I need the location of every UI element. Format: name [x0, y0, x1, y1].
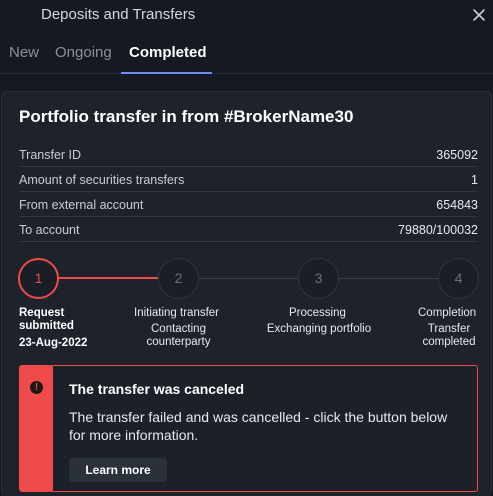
dialog-header: Deposits and Transfers [0, 0, 493, 32]
alert-title: The transfer was canceled [69, 381, 245, 397]
close-button[interactable] [471, 7, 487, 23]
step-1-circle: 1 [18, 258, 59, 299]
detail-label: From external account [19, 198, 144, 212]
step-connector [339, 278, 438, 279]
transfer-progress-stepper: 1 2 3 4 Request submitted 23-Aug-2022 In… [2, 252, 493, 352]
step-3-subtitle: Exchanging portfolio [266, 323, 372, 335]
transfer-card: Portfolio transfer in from #BrokerName30… [1, 91, 492, 496]
transfer-canceled-alert: ! The transfer was canceled The transfer… [19, 365, 478, 492]
tab-ongoing[interactable]: Ongoing [55, 44, 112, 61]
exclamation-icon: ! [30, 381, 43, 394]
step-2-subtitle-line2: counterparty [146, 336, 211, 348]
detail-row-transfer-id: Transfer ID 365092 [19, 142, 478, 167]
step-2-circle: 2 [158, 258, 199, 299]
step-2-subtitle-line1: Contacting [151, 323, 206, 335]
step-3-title: Processing [289, 307, 346, 319]
tab-completed[interactable]: Completed [129, 44, 207, 61]
transfer-title: Portfolio transfer in from #BrokerName30 [19, 107, 354, 126]
step-4-circle: 4 [438, 258, 479, 299]
detail-value: 365092 [436, 148, 478, 162]
active-tab-indicator [121, 72, 212, 74]
detail-row-to-account: To account 79880/100032 [19, 217, 478, 242]
detail-label: Amount of securities transfers [19, 173, 185, 187]
step-connector [199, 278, 298, 279]
learn-more-button[interactable]: Learn more [69, 458, 167, 482]
step-4-subtitle-line1: Transfer [427, 323, 471, 335]
detail-label: To account [19, 223, 80, 237]
step-2-title: Initiating transfer [134, 307, 220, 319]
detail-value: 1 [471, 173, 478, 187]
step-4-title: Completion [418, 307, 477, 319]
detail-row-external-account: From external account 654843 [19, 192, 478, 217]
step-1-title-line1: Request [19, 307, 65, 319]
step-4-subtitle-line2: completed [422, 336, 476, 348]
detail-row-securities-amount: Amount of securities transfers 1 [19, 167, 478, 192]
detail-label: Transfer ID [19, 148, 82, 162]
alert-message: The transfer failed and was cancelled - … [69, 409, 448, 443]
step-connector-done [59, 277, 158, 279]
detail-value: 654843 [436, 198, 478, 212]
close-icon [473, 9, 485, 21]
tab-new[interactable]: New [9, 44, 39, 61]
step-1-title-line2: submitted [19, 320, 74, 332]
dialog-title: Deposits and Transfers [41, 6, 196, 23]
step-3-circle: 3 [298, 258, 339, 299]
tab-bar: New Ongoing Completed [0, 34, 493, 74]
detail-value: 79880/100032 [398, 223, 478, 237]
step-1-date: 23-Aug-2022 [19, 337, 88, 349]
